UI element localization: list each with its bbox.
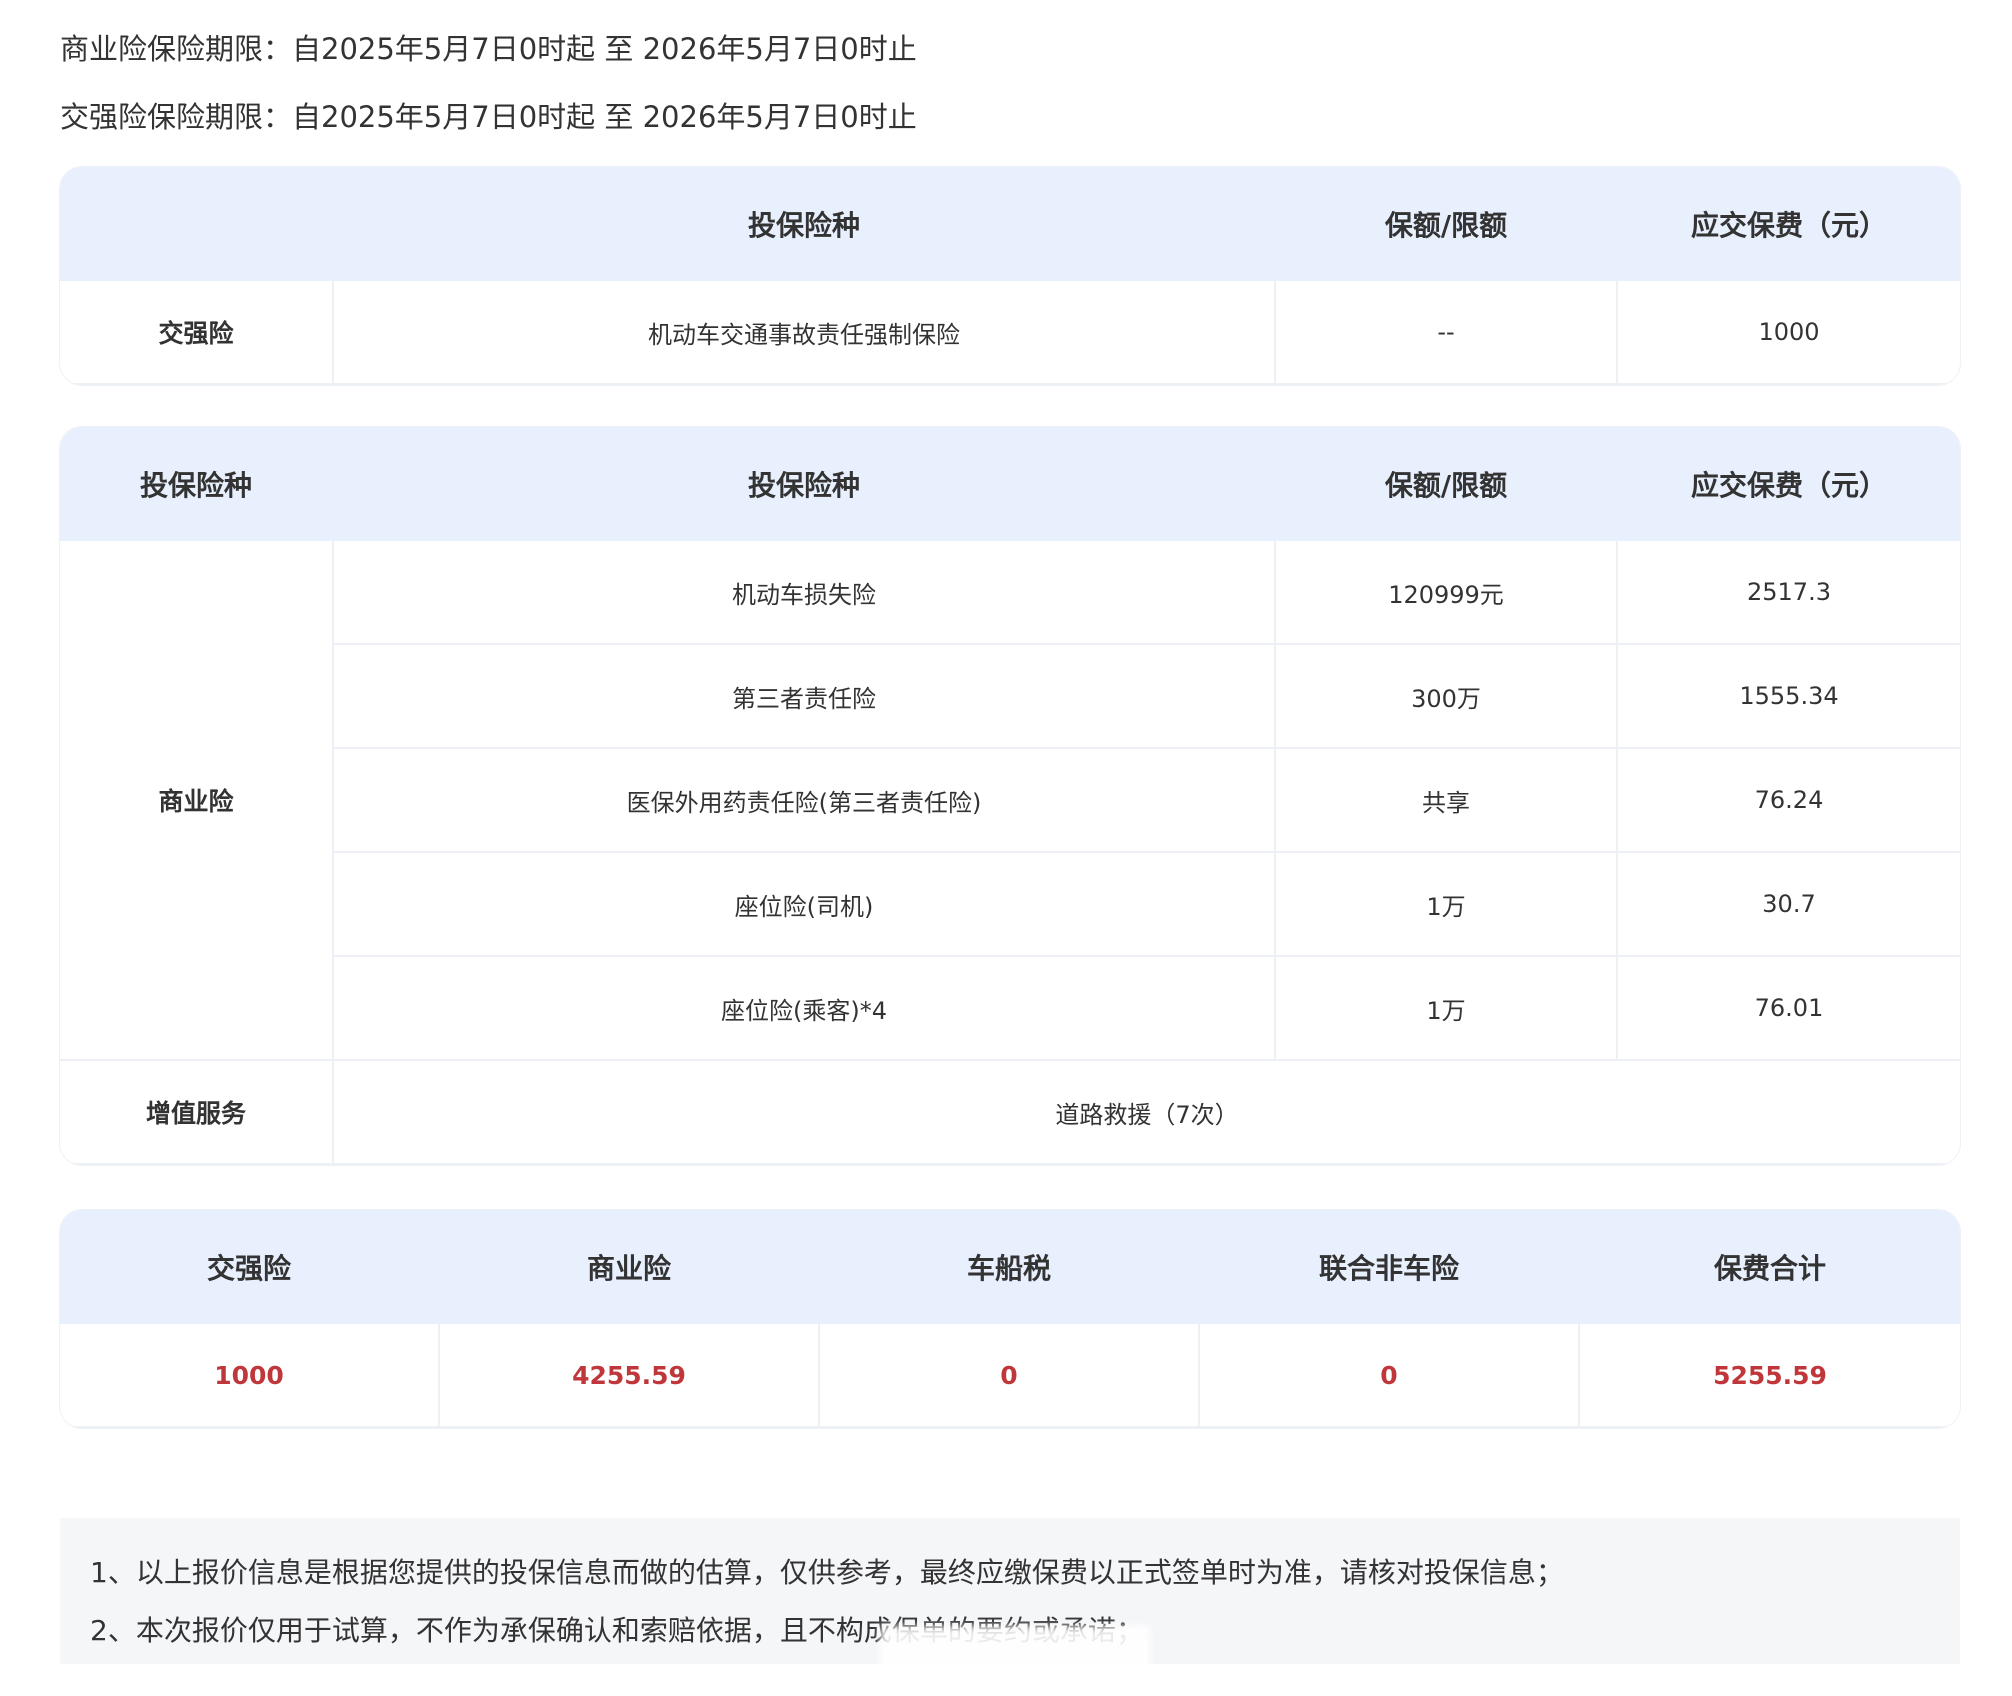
table-row: 医保外用药责任险(第三者责任险) 共享 76.24 [334,749,1960,853]
compulsory-insurance-period: 交强险保险期限：自2025年5月7日0时起 至 2026年5月7日0时止 [60,100,917,134]
header-cell-vehicle-tax: 车船税 [820,1210,1200,1324]
header-cell-coverage-limit: 保额/限额 [1276,167,1618,281]
header-cell-insurance-type: 投保险种 [334,427,1276,541]
coverage-limit: 300万 [1276,645,1618,749]
header-cell-premium: 应交保费（元） [1618,167,1960,281]
summary-non-auto-value: 0 [1200,1324,1580,1428]
table-row: 机动车损失险 120999元 2517.3 [334,541,1960,645]
header-cell-coverage-limit: 保额/限额 [1276,427,1618,541]
premium: 76.24 [1618,749,1960,853]
table-header-row: 投保险种 保额/限额 应交保费（元） [60,167,1960,281]
commercial-rows-group: 商业险 机动车损失险 120999元 2517.3 第三者责任险 300万 15… [60,541,1960,1061]
row-label: 交强险 [60,281,334,385]
header-cell-non-auto: 联合非车险 [1200,1210,1580,1324]
table-row: 1000 4255.59 0 0 5255.59 [60,1324,1960,1428]
commercial-insurance-table: 投保险种 投保险种 保额/限额 应交保费（元） 商业险 机动车损失险 12099… [60,427,1960,1165]
table-row: 第三者责任险 300万 1555.34 [334,645,1960,749]
group-label: 商业险 [60,541,334,1061]
header-cell-blank [60,167,334,281]
premium: 30.7 [1618,853,1960,957]
premium: 2517.3 [1618,541,1960,645]
premium: 1555.34 [1618,645,1960,749]
coverage-limit: 120999元 [1276,541,1618,645]
insurance-name: 医保外用药责任险(第三者责任险) [334,749,1276,853]
header-cell-insurance-type: 投保险种 [334,167,1276,281]
header-cell-commercial: 商业险 [440,1210,820,1324]
compulsory-insurance-table: 投保险种 保额/限额 应交保费（元） 交强险 机动车交通事故责任强制保险 -- … [60,167,1960,385]
coverage-limit: 1万 [1276,853,1618,957]
header-cell-premium: 应交保费（元） [1618,427,1960,541]
summary-vehicle-tax-value: 0 [820,1324,1200,1428]
table-row: 座位险(乘客)*4 1万 76.01 [334,957,1960,1061]
insurance-name: 座位险(司机) [334,853,1276,957]
note-line-1: 1、以上报价信息是根据您提供的投保信息而做的估算，仅供参考，最终应缴保费以正式签… [90,1556,1564,1589]
header-cell-compulsory: 交强险 [60,1210,440,1324]
insurance-name: 机动车交通事故责任强制保险 [334,281,1276,385]
header-cell-category: 投保险种 [60,427,334,541]
summary-commercial-value: 4255.59 [440,1324,820,1428]
value-added-row: 增值服务 道路救援（7次） [60,1061,1960,1165]
commercial-insurance-period: 商业险保险期限：自2025年5月7日0时起 至 2026年5月7日0时止 [60,32,917,66]
header-cell-total: 保费合计 [1580,1210,1960,1324]
coverage-limit: 共享 [1276,749,1618,853]
value-added-label: 增值服务 [60,1061,334,1165]
value-added-value: 道路救援（7次） [334,1061,1960,1165]
coverage-limit: -- [1276,281,1618,385]
insurance-name: 机动车损失险 [334,541,1276,645]
premium-summary-table: 交强险 商业险 车船税 联合非车险 保费合计 1000 4255.59 0 0 … [60,1210,1960,1428]
premium: 1000 [1618,281,1960,385]
summary-compulsory-value: 1000 [60,1324,440,1428]
coverage-limit: 1万 [1276,957,1618,1061]
insurance-name: 第三者责任险 [334,645,1276,749]
table-row: 交强险 机动车交通事故责任强制保险 -- 1000 [60,281,1960,385]
watermark-blur [880,1626,1150,1684]
table-header-row: 投保险种 投保险种 保额/限额 应交保费（元） [60,427,1960,541]
premium: 76.01 [1618,957,1960,1061]
summary-total-value: 5255.59 [1580,1324,1960,1428]
table-row: 座位险(司机) 1万 30.7 [334,853,1960,957]
insurance-name: 座位险(乘客)*4 [334,957,1276,1061]
table-header-row: 交强险 商业险 车船税 联合非车险 保费合计 [60,1210,1960,1324]
